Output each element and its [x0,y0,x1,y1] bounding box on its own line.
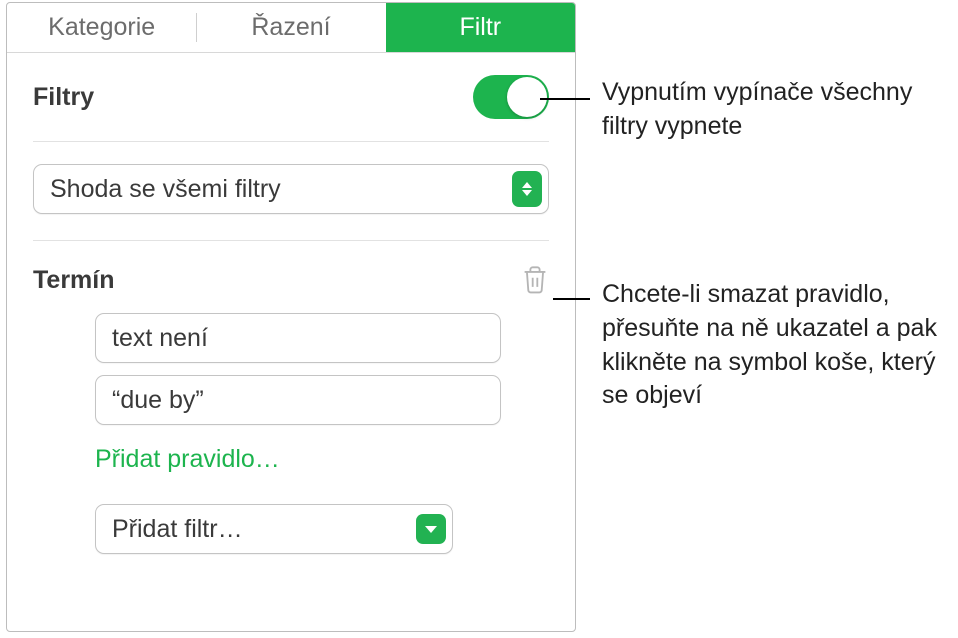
trash-icon[interactable] [521,265,549,295]
callout-toggle: Vypnutím vypínače všechny filtry vypnete [602,76,932,144]
match-row: Shoda se všemi filtry [33,142,549,241]
add-filter-select[interactable]: Přidat filtr… [95,504,453,554]
add-filter-label: Přidat filtr… [112,515,243,544]
callout-line-trash [553,298,590,300]
tab-bar: Kategorie Řazení Filtr [7,3,575,53]
toggle-knob [507,77,547,117]
rule-block: Termín text není “due by” [33,241,549,554]
tab-categories[interactable]: Kategorie [7,3,196,52]
filters-section: Filtry Shoda se všemi filtry Termín [7,53,575,554]
match-select-label: Shoda se všemi filtry [50,175,281,204]
rule-title: Termín [33,266,115,295]
add-rule-button[interactable]: Přidat pravidlo… [95,437,501,504]
value-input[interactable]: “due by” [95,375,501,425]
callout-trash: Chcete-li smazat pravidlo, přesuňte na n… [602,278,942,413]
chevron-down-icon [416,514,446,544]
filters-toggle[interactable] [473,75,549,119]
rule-header: Termín [33,265,549,295]
tab-filter-label: Filtr [459,13,501,42]
tab-sort[interactable]: Řazení [196,3,385,52]
add-rule-label: Přidat pravidlo… [95,445,280,473]
tab-sort-label: Řazení [251,13,330,42]
callout-line-toggle [540,98,590,100]
tab-categories-label: Kategorie [48,13,155,42]
add-filter-row: Přidat filtr… [33,504,549,554]
condition-label: text není [112,324,208,353]
filters-header: Filtry [33,75,549,142]
match-select[interactable]: Shoda se všemi filtry [33,164,549,214]
rule-fields: text není “due by” Přidat pravidlo… [33,313,549,504]
updown-icon [512,171,542,207]
filters-title: Filtry [33,83,94,112]
filter-panel: Kategorie Řazení Filtr Filtry Shoda se v… [6,2,576,632]
value-text: “due by” [112,386,204,415]
tab-filter[interactable]: Filtr [386,3,575,52]
condition-select[interactable]: text není [95,313,501,363]
